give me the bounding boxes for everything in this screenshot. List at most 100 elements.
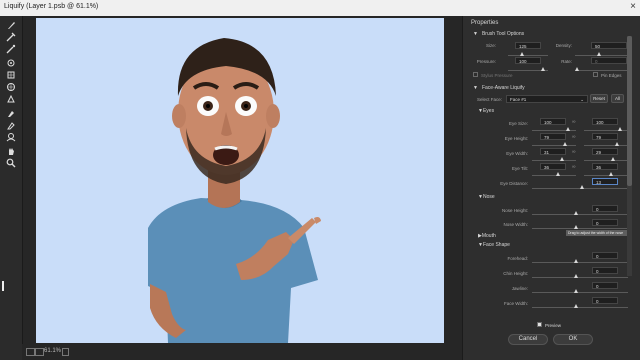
link-icon[interactable]: ∞ xyxy=(572,149,576,155)
subsection-eyes[interactable]: ▼Eyes xyxy=(478,108,494,114)
preview-checkbox[interactable] xyxy=(537,322,542,327)
subsection-face-shape[interactable]: ▼Face Shape xyxy=(478,242,510,248)
forehead-field[interactable]: 0 xyxy=(592,252,618,259)
eye-size-left-thumb[interactable] xyxy=(566,127,570,131)
zoom-in-icon[interactable] xyxy=(35,348,44,356)
nose-width-thumb[interactable] xyxy=(574,225,578,229)
jawline-slider[interactable] xyxy=(532,292,628,293)
zoom-level[interactable]: 61.1% xyxy=(44,348,61,354)
jawline-field[interactable]: 0 xyxy=(592,282,618,289)
forehead-slider[interactable] xyxy=(532,262,628,263)
zoom-menu-icon[interactable] xyxy=(62,348,69,356)
link-icon[interactable]: ∞ xyxy=(572,164,576,170)
panel-scrollbar[interactable] xyxy=(627,36,632,276)
pressure-label: Pressure: xyxy=(476,59,496,64)
eye-height-left-field[interactable]: 79 xyxy=(540,133,566,140)
eye-height-left-thumb[interactable] xyxy=(563,142,567,146)
rate-slider[interactable] xyxy=(575,70,627,71)
eye-tilt-left-thumb[interactable] xyxy=(556,172,560,176)
eye-size-left-field[interactable]: 100 xyxy=(540,118,566,125)
forehead-thumb[interactable] xyxy=(574,259,578,263)
eye-width-right-thumb[interactable] xyxy=(611,157,615,161)
pucker-tool-icon[interactable] xyxy=(5,70,17,80)
face-width-thumb[interactable] xyxy=(574,304,578,308)
bloat-tool-icon[interactable] xyxy=(5,82,17,92)
eye-tilt-left-field[interactable]: 36 xyxy=(540,163,566,170)
face-width-label: Face Width: xyxy=(503,301,528,306)
eye-width-left-slider[interactable] xyxy=(532,160,576,161)
reconstruct-tool-icon[interactable] xyxy=(5,32,17,42)
window-title: Liquify (Layer 1.psb @ 61.1%) xyxy=(4,3,99,10)
forward-warp-tool-icon[interactable] xyxy=(5,20,17,30)
size-slider[interactable] xyxy=(508,55,548,56)
reset-button[interactable]: Reset xyxy=(590,94,608,103)
zoom-tool-icon[interactable] xyxy=(5,158,17,168)
thaw-mask-tool-icon[interactable] xyxy=(5,120,17,130)
nose-width-label: Nose Width: xyxy=(503,222,528,227)
size-label: Size: xyxy=(485,43,496,48)
smooth-tool-icon[interactable] xyxy=(5,44,17,54)
close-icon[interactable]: × xyxy=(630,1,636,12)
eye-size-right-field[interactable]: 100 xyxy=(592,118,618,125)
stylus-pressure-label: Stylus Pressure xyxy=(481,73,513,78)
eye-height-right-field[interactable]: 79 xyxy=(592,133,618,140)
all-button[interactable]: All xyxy=(611,94,624,103)
subsection-mouth[interactable]: ▶Mouth xyxy=(478,233,496,239)
section-brush-tool-options[interactable]: ▼ Brush Tool Options xyxy=(473,31,524,37)
panel-title: Properties xyxy=(471,20,499,26)
cancel-button[interactable]: Cancel xyxy=(508,334,548,345)
face-width-slider[interactable] xyxy=(532,307,628,308)
nose-width-slider[interactable] xyxy=(532,228,628,229)
nose-height-slider[interactable] xyxy=(532,214,628,215)
eye-distance-field[interactable]: 13 xyxy=(592,178,618,185)
chin-height-field[interactable]: 0 xyxy=(592,267,618,274)
image-canvas[interactable] xyxy=(36,18,444,343)
eye-tilt-right-thumb[interactable] xyxy=(609,172,613,176)
rate-field[interactable]: 0 xyxy=(591,57,627,64)
push-left-tool-icon[interactable] xyxy=(5,94,17,104)
subsection-nose[interactable]: ▼Nose xyxy=(478,194,495,200)
ok-button[interactable]: OK xyxy=(553,334,593,345)
nose-height-field[interactable]: 0 xyxy=(592,205,618,212)
eye-width-left-thumb[interactable] xyxy=(560,157,564,161)
pin-edges-checkbox[interactable] xyxy=(593,72,598,77)
face-tool-icon[interactable] xyxy=(5,132,17,142)
select-face-dropdown[interactable]: Face #1 ⌄ xyxy=(506,95,588,103)
eye-tilt-right-field[interactable]: 36 xyxy=(592,163,618,170)
nose-height-thumb[interactable] xyxy=(574,211,578,215)
face-width-field[interactable]: 0 xyxy=(592,297,618,304)
rate-slider-thumb[interactable] xyxy=(575,67,579,71)
eye-height-left-slider[interactable] xyxy=(532,145,576,146)
stylus-pressure-checkbox[interactable] xyxy=(473,72,478,77)
section-face-aware-liquify[interactable]: ▼ Face-Aware Liquify xyxy=(473,85,525,91)
eye-distance-thumb[interactable] xyxy=(580,185,584,189)
hand-tool-icon[interactable] xyxy=(5,146,17,156)
rate-label: Rate: xyxy=(561,59,572,64)
eye-tilt-right-slider[interactable] xyxy=(584,175,628,176)
link-icon[interactable]: ∞ xyxy=(572,134,576,140)
eye-tilt-left-slider[interactable] xyxy=(532,175,576,176)
jawline-label: Jawline: xyxy=(511,286,528,291)
scrollbar-thumb[interactable] xyxy=(627,36,632,186)
eye-height-right-thumb[interactable] xyxy=(615,142,619,146)
zoom-out-icon[interactable] xyxy=(26,348,35,356)
density-field[interactable]: 50 xyxy=(591,42,627,49)
select-face-value: Face #1 xyxy=(510,97,527,102)
preview-label: Preview xyxy=(545,323,562,328)
density-slider[interactable] xyxy=(575,55,627,56)
twirl-tool-icon[interactable] xyxy=(5,58,17,68)
freeze-mask-tool-icon[interactable] xyxy=(5,108,17,118)
eye-width-right-field[interactable]: 29 xyxy=(592,148,618,155)
chin-height-thumb[interactable] xyxy=(574,274,578,278)
eye-size-right-thumb[interactable] xyxy=(618,127,622,131)
size-slider-thumb[interactable] xyxy=(520,52,524,56)
eye-height-right-slider[interactable] xyxy=(584,145,628,146)
pressure-slider-thumb[interactable] xyxy=(541,67,545,71)
jawline-thumb[interactable] xyxy=(574,289,578,293)
nose-width-field[interactable]: 0 xyxy=(592,219,618,226)
eye-width-left-field[interactable]: 31 xyxy=(540,148,566,155)
link-icon[interactable]: ∞ xyxy=(572,119,576,125)
chin-height-slider[interactable] xyxy=(532,277,628,278)
density-slider-thumb[interactable] xyxy=(597,52,601,56)
eye-width-right-slider[interactable] xyxy=(584,160,628,161)
